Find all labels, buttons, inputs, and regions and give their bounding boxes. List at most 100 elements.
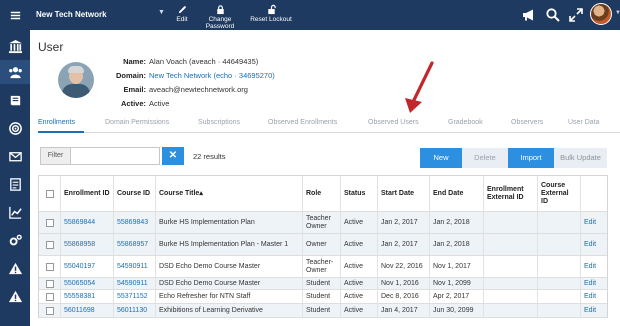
book-icon[interactable] [0, 88, 30, 112]
start-date: Dec 8, 2016 [378, 290, 430, 303]
active-label: Active: [120, 99, 146, 108]
alert-icon[interactable] [0, 256, 30, 280]
org-name[interactable]: New Tech Network [36, 10, 107, 19]
filter-input[interactable] [72, 148, 159, 164]
course-external-id [538, 256, 581, 277]
enrollment-id-link[interactable]: 55040197 [61, 256, 114, 277]
table-row: 56011698 56011130 Exhibitions of Learnin… [39, 304, 607, 318]
search-icon[interactable] [545, 7, 561, 23]
row-select-cell [39, 304, 61, 317]
course-title: DSD Echo Demo Course Master [156, 278, 303, 289]
header-enrollment-external-id[interactable]: Enrollment External ID [484, 176, 538, 211]
institution-icon[interactable] [0, 34, 30, 58]
tab-domain-permissions[interactable]: Domain Permissions [105, 119, 169, 126]
name-label: Name: [123, 57, 146, 66]
header-status[interactable]: Status [341, 176, 378, 211]
report-icon[interactable] [0, 172, 30, 196]
course-external-id [538, 304, 581, 317]
edit-link[interactable]: Edit [581, 304, 608, 317]
enrollment-external-id [484, 278, 538, 289]
header-end-date[interactable]: End Date [430, 176, 484, 211]
row-select-cell [39, 290, 61, 303]
row-checkbox[interactable] [45, 279, 54, 288]
warning-icon[interactable] [0, 284, 30, 308]
megaphone-icon[interactable] [521, 7, 537, 23]
course-id-link[interactable]: 55869843 [114, 212, 156, 233]
enrollment-id-link[interactable]: 55869844 [61, 212, 114, 233]
users-icon[interactable] [0, 60, 30, 84]
header-start-date[interactable]: Start Date [378, 176, 430, 211]
select-all-checkbox[interactable] [45, 189, 54, 198]
bulk-update-button[interactable]: Bulk Update [554, 148, 607, 168]
header-course-title[interactable]: Course Title▴ [156, 176, 303, 211]
table-row: 55040197 54590911 DSD Echo Demo Course M… [39, 256, 607, 278]
user-avatar[interactable] [590, 3, 612, 25]
tab-subscriptions[interactable]: Subscriptions [198, 119, 240, 126]
sidebar [0, 0, 30, 326]
course-id-link[interactable]: 55371152 [114, 290, 156, 303]
enrollment-id-link[interactable]: 55558381 [61, 290, 114, 303]
course-id-link[interactable]: 54590911 [114, 278, 156, 289]
enrollment-external-id [484, 256, 538, 277]
delete-button[interactable]: Delete [462, 148, 508, 168]
enrollment-id-link[interactable]: 55868958 [61, 234, 114, 255]
start-date: Jan 4, 2017 [378, 304, 430, 317]
select-all-cell [39, 176, 61, 211]
tab-user-data[interactable]: User Data [568, 119, 600, 126]
tab-enrollments[interactable]: Enrollments [38, 119, 75, 126]
edit-link[interactable]: Edit [581, 212, 608, 233]
header-course-external-id[interactable]: Course External ID [538, 176, 581, 211]
start-date: Jan 2, 2017 [378, 212, 430, 233]
edit-link[interactable]: Edit [581, 278, 608, 289]
row-checkbox[interactable] [45, 218, 54, 227]
menu-icon[interactable] [0, 3, 30, 27]
edit-link[interactable]: Edit [581, 290, 608, 303]
edit-button[interactable]: Edit [172, 4, 192, 23]
row-checkbox[interactable] [45, 262, 54, 271]
tab-observed-enrollments[interactable]: Observed Enrollments [268, 119, 337, 126]
course-id-link[interactable]: 56011130 [114, 304, 156, 317]
import-button[interactable]: Import [508, 148, 554, 168]
avatar-chevron-down-icon[interactable]: ▼ [615, 10, 620, 16]
user-domain-link[interactable]: New Tech Network (echo · 34695270) [149, 71, 275, 80]
new-button[interactable]: New [420, 148, 462, 168]
edit-icon [178, 5, 186, 14]
enrollment-id-link[interactable]: 56011698 [61, 304, 114, 317]
role: Teacher Owner [303, 212, 341, 233]
row-checkbox[interactable] [45, 240, 54, 249]
user-name-value: Alan Voach (aveach · 44649435) [149, 57, 259, 66]
edit-link[interactable]: Edit [581, 256, 608, 277]
target-icon[interactable] [0, 116, 30, 140]
row-checkbox[interactable] [45, 306, 54, 315]
edit-link[interactable]: Edit [581, 234, 608, 255]
reset-lockout-button[interactable]: Reset Lockout [249, 4, 293, 23]
tab-observers[interactable]: Observers [511, 119, 543, 126]
mail-icon[interactable] [0, 144, 30, 168]
status: Active [341, 212, 378, 233]
change-password-label: Change Password [205, 16, 235, 30]
header-enrollment-id[interactable]: Enrollment ID [61, 176, 114, 211]
header-course-id[interactable]: Course ID [114, 176, 156, 211]
tab-gradebook[interactable]: Gradebook [448, 119, 483, 126]
enrollment-external-id [484, 290, 538, 303]
page-title: User [38, 40, 64, 54]
course-id-link[interactable]: 54590911 [114, 256, 156, 277]
row-checkbox[interactable] [45, 292, 54, 301]
chart-icon[interactable] [0, 200, 30, 224]
enrollment-id-link[interactable]: 55065054 [61, 278, 114, 289]
table-header-row: Enrollment ID Course ID Course Title▴ Ro… [39, 176, 607, 212]
role: Student [303, 278, 341, 289]
annotation-arrow-icon [405, 61, 434, 113]
clear-filter-button[interactable]: ✕ [162, 147, 184, 165]
chevron-down-icon[interactable]: ▼ [158, 9, 165, 16]
user-email-value: aveach@newtechnetwork.org [149, 85, 248, 94]
expand-icon[interactable] [568, 7, 584, 23]
reset-lockout-label: Reset Lockout [250, 16, 292, 23]
settings-icon[interactable] [0, 228, 30, 252]
change-password-button[interactable]: Change Password [194, 4, 246, 30]
header-role[interactable]: Role [303, 176, 341, 211]
unlock-icon [267, 4, 276, 15]
course-id-link[interactable]: 55868957 [114, 234, 156, 255]
start-date: Nov 22, 2016 [378, 256, 430, 277]
tab-observed-users[interactable]: Observed Users [368, 119, 419, 126]
